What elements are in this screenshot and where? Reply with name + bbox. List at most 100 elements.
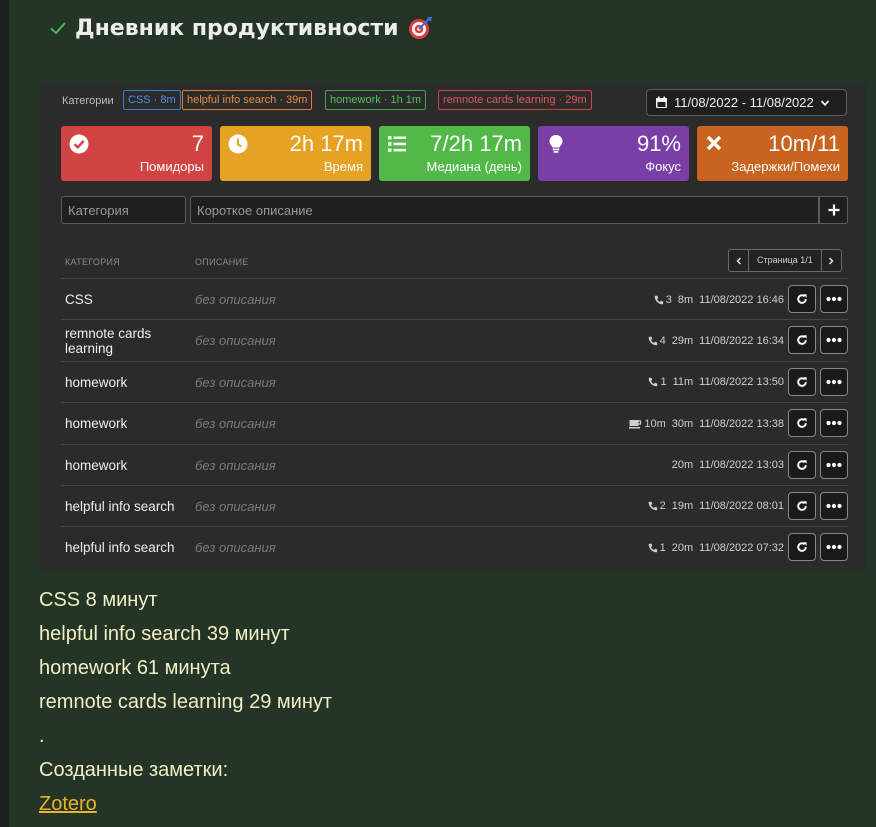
- date-range-picker[interactable]: 11/08/2022 - 11/08/2022: [646, 89, 847, 116]
- row-description: без описания: [195, 333, 276, 349]
- row-timestamp: 11/08/2022 16:46: [699, 293, 784, 306]
- row-interruptions: 10m: [629, 417, 666, 430]
- more-options-button[interactable]: [820, 450, 848, 479]
- pagination: Страница 1/1: [728, 249, 842, 272]
- page-indicator: Страница 1/1: [749, 249, 821, 272]
- more-options-button[interactable]: [820, 533, 848, 562]
- chevron-down-icon: [820, 99, 829, 106]
- row-interruption-count: 10m: [644, 417, 666, 430]
- phone-icon: [648, 502, 657, 511]
- more-options-button[interactable]: [820, 326, 848, 355]
- row-meta: 20m 11/08/2022 13:03: [672, 445, 784, 486]
- row-description: без описания: [195, 457, 276, 473]
- stat-value: 2h 17m: [289, 131, 363, 156]
- row-interruptions: 4: [648, 335, 666, 347]
- row-category: homework: [65, 457, 128, 473]
- ellipsis-icon: [826, 503, 842, 509]
- table-row: helpful info search без описания 2 19m 1…: [61, 484, 848, 526]
- row-meta: 4 29m 11/08/2022 16:34: [648, 320, 784, 361]
- date-range-text: 11/08/2022 - 11/08/2022: [674, 95, 814, 110]
- clock-icon: [228, 134, 248, 154]
- row-description: без описания: [195, 498, 276, 514]
- summary-block: CSS 8 минут helpful info search 39 минут…: [39, 583, 332, 821]
- more-options-button[interactable]: [820, 367, 848, 396]
- category-tag-homework[interactable]: homework · 1h 1m: [325, 90, 427, 110]
- ellipsis-icon: [826, 338, 842, 343]
- summary-line-css: CSS 8 минут: [39, 589, 158, 611]
- redo-icon: [797, 294, 807, 304]
- redo-icon: [797, 501, 807, 511]
- description-input[interactable]: [190, 196, 819, 224]
- zotero-link[interactable]: Zotero: [39, 793, 97, 815]
- productivity-widget: Категории CSS · 8m helpful info search ·…: [40, 83, 866, 571]
- entries-table: CSS без описания 3 8m 11/08/2022 16:46 r…: [61, 278, 848, 568]
- redo-icon: [797, 335, 807, 346]
- row-meta: 10m 30m 11/08/2022 13:38: [629, 403, 784, 444]
- row-duration: 29m: [671, 334, 694, 347]
- calendar-icon: [656, 96, 667, 108]
- row-meta: 1 11m 11/08/2022 13:50: [648, 362, 784, 403]
- page-title-text: Дневник продуктивности: [75, 15, 399, 41]
- left-sidebar-strip: [0, 0, 9, 827]
- table-row: helpful info search без описания 1 20m 1…: [61, 526, 848, 567]
- row-interruption-count: 1: [660, 376, 667, 389]
- table-row: remnote cards learning без описания 4 29…: [61, 319, 848, 360]
- coffee-icon: [629, 419, 642, 429]
- stat-label: Медиана (день): [426, 159, 522, 174]
- table-row: CSS без описания 3 8m 11/08/2022 16:46: [61, 278, 848, 319]
- restart-button[interactable]: [788, 285, 816, 313]
- redo-icon: [797, 459, 807, 470]
- stat-label: Задержки/Помехи: [731, 159, 840, 174]
- row-interruptions: 2: [648, 500, 666, 512]
- stat-label: Помидоры: [139, 159, 204, 174]
- stat-value: 91%: [636, 131, 681, 156]
- category-tag-remnote-cards-learning[interactable]: remnote cards learning · 29m: [438, 90, 592, 110]
- redo-icon: [797, 418, 807, 428]
- row-description: без описания: [195, 374, 276, 390]
- column-header-description: ОПИСАНИЕ: [195, 257, 249, 267]
- table-row: homework без описания 10m 30m 11/08/2022…: [61, 402, 848, 443]
- add-entry-button[interactable]: [819, 196, 848, 224]
- restart-button[interactable]: [788, 491, 816, 520]
- more-options-button[interactable]: [820, 409, 848, 438]
- row-category: remnote cards learning: [65, 325, 152, 356]
- phone-icon: [649, 378, 658, 387]
- more-options-button[interactable]: [820, 285, 848, 313]
- row-timestamp: 11/08/2022 07:32: [699, 541, 784, 554]
- stat-card-focus: 91% Фокус: [538, 126, 689, 181]
- row-interruption-count: 4: [659, 334, 666, 347]
- restart-button[interactable]: [788, 367, 816, 396]
- page-title: Дневник продуктивности: [49, 12, 433, 44]
- summary-line-dot: .: [39, 725, 45, 747]
- summary-line-helpful-info-search: helpful info search 39 минут: [39, 623, 290, 645]
- chevron-right-icon: [829, 256, 834, 265]
- row-timestamp: 11/08/2022 13:03: [699, 459, 784, 472]
- row-category: CSS: [65, 292, 93, 307]
- table-row: homework без описания 20m 11/08/2022 13:…: [61, 443, 848, 486]
- row-interruptions: 3: [654, 294, 672, 306]
- phone-icon: [648, 336, 657, 346]
- restart-button[interactable]: [788, 409, 816, 438]
- redo-icon: [797, 542, 807, 553]
- row-interruptions: 1: [648, 376, 667, 389]
- row-duration: 19m: [671, 500, 694, 513]
- next-page-button[interactable]: [820, 249, 842, 272]
- row-duration: 20m: [671, 459, 694, 472]
- prev-page-button[interactable]: [728, 249, 749, 272]
- stat-card-pomodoros: 7 Помидоры: [61, 126, 212, 181]
- row-interruption-count: 1: [659, 541, 666, 554]
- category-tag-css[interactable]: CSS · 8m: [123, 90, 181, 110]
- restart-button[interactable]: [788, 326, 816, 355]
- restart-button[interactable]: [788, 450, 816, 479]
- check-circle-icon: [69, 134, 89, 154]
- stat-card-time: 2h 17m Время: [220, 126, 371, 181]
- redo-icon: [797, 376, 807, 387]
- more-options-button[interactable]: [820, 491, 848, 520]
- row-description: без описания: [195, 292, 276, 307]
- target-dart-icon: [408, 17, 432, 39]
- category-input[interactable]: [61, 196, 186, 224]
- restart-button[interactable]: [788, 533, 816, 562]
- stat-value: 10m/11: [768, 131, 840, 156]
- row-description: без описания: [195, 416, 276, 432]
- category-tag-helpful-info-search[interactable]: helpful info search · 39m: [182, 90, 313, 110]
